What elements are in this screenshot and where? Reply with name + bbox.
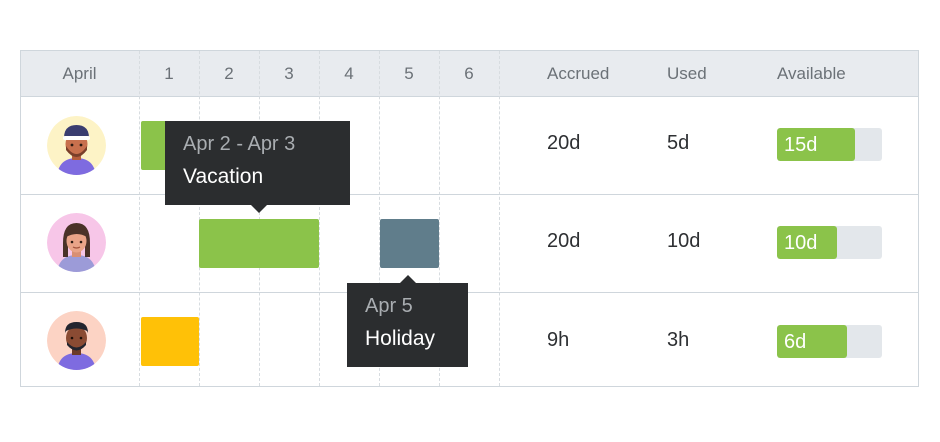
vacation-bar[interactable] <box>199 219 319 268</box>
holiday-tooltip: Apr 5 Holiday <box>347 283 468 367</box>
man-avatar-icon <box>47 311 106 370</box>
table-row: 20d 5d 15d <box>21 97 918 195</box>
table-row: 20d 10d 10d <box>21 195 918 293</box>
available-value: 15d <box>784 134 818 156</box>
day-header-6: 6 <box>464 64 474 83</box>
available-value: 10d <box>784 232 818 254</box>
day-header-1: 1 <box>164 64 174 83</box>
man-with-cap-avatar-icon <box>47 116 106 175</box>
time-off-bar[interactable] <box>141 317 199 366</box>
day-header-4: 4 <box>344 64 354 83</box>
time-off-table: April 1 2 3 4 5 6 Accrued Used Available <box>20 50 919 387</box>
month-header: April <box>62 64 97 83</box>
tooltip-type: Holiday <box>365 327 436 350</box>
day-header-3: 3 <box>284 64 294 83</box>
tooltip-arrow <box>251 205 267 213</box>
used-value: 10d <box>667 230 701 252</box>
available-header: Available <box>777 64 846 83</box>
accrued-value: 20d <box>547 132 581 154</box>
tooltip-type: Vacation <box>183 165 264 188</box>
used-header: Used <box>667 64 707 83</box>
used-value: 3h <box>667 329 690 351</box>
accrued-header: Accrued <box>547 64 610 83</box>
tooltip-arrow <box>400 275 416 283</box>
available-progress: 6d <box>777 325 882 358</box>
woman-avatar-icon <box>47 213 106 272</box>
tooltip-dates: Apr 5 <box>365 295 413 317</box>
accrued-value: 20d <box>547 230 581 252</box>
tooltip-dates: Apr 2 - Apr 3 <box>183 133 296 155</box>
available-value: 6d <box>784 331 807 353</box>
holiday-bar[interactable] <box>380 219 439 268</box>
day-header-2: 2 <box>224 64 234 83</box>
table-row: 9h 3h 6d <box>21 293 918 390</box>
vacation-tooltip: Apr 2 - Apr 3 Vacation <box>165 121 350 205</box>
used-value: 5d <box>667 132 690 154</box>
available-progress: 15d <box>777 128 882 161</box>
accrued-value: 9h <box>547 329 570 351</box>
table-header: April 1 2 3 4 5 6 Accrued Used Available <box>21 51 918 97</box>
day-header-5: 5 <box>404 64 414 83</box>
available-progress: 10d <box>777 226 882 259</box>
